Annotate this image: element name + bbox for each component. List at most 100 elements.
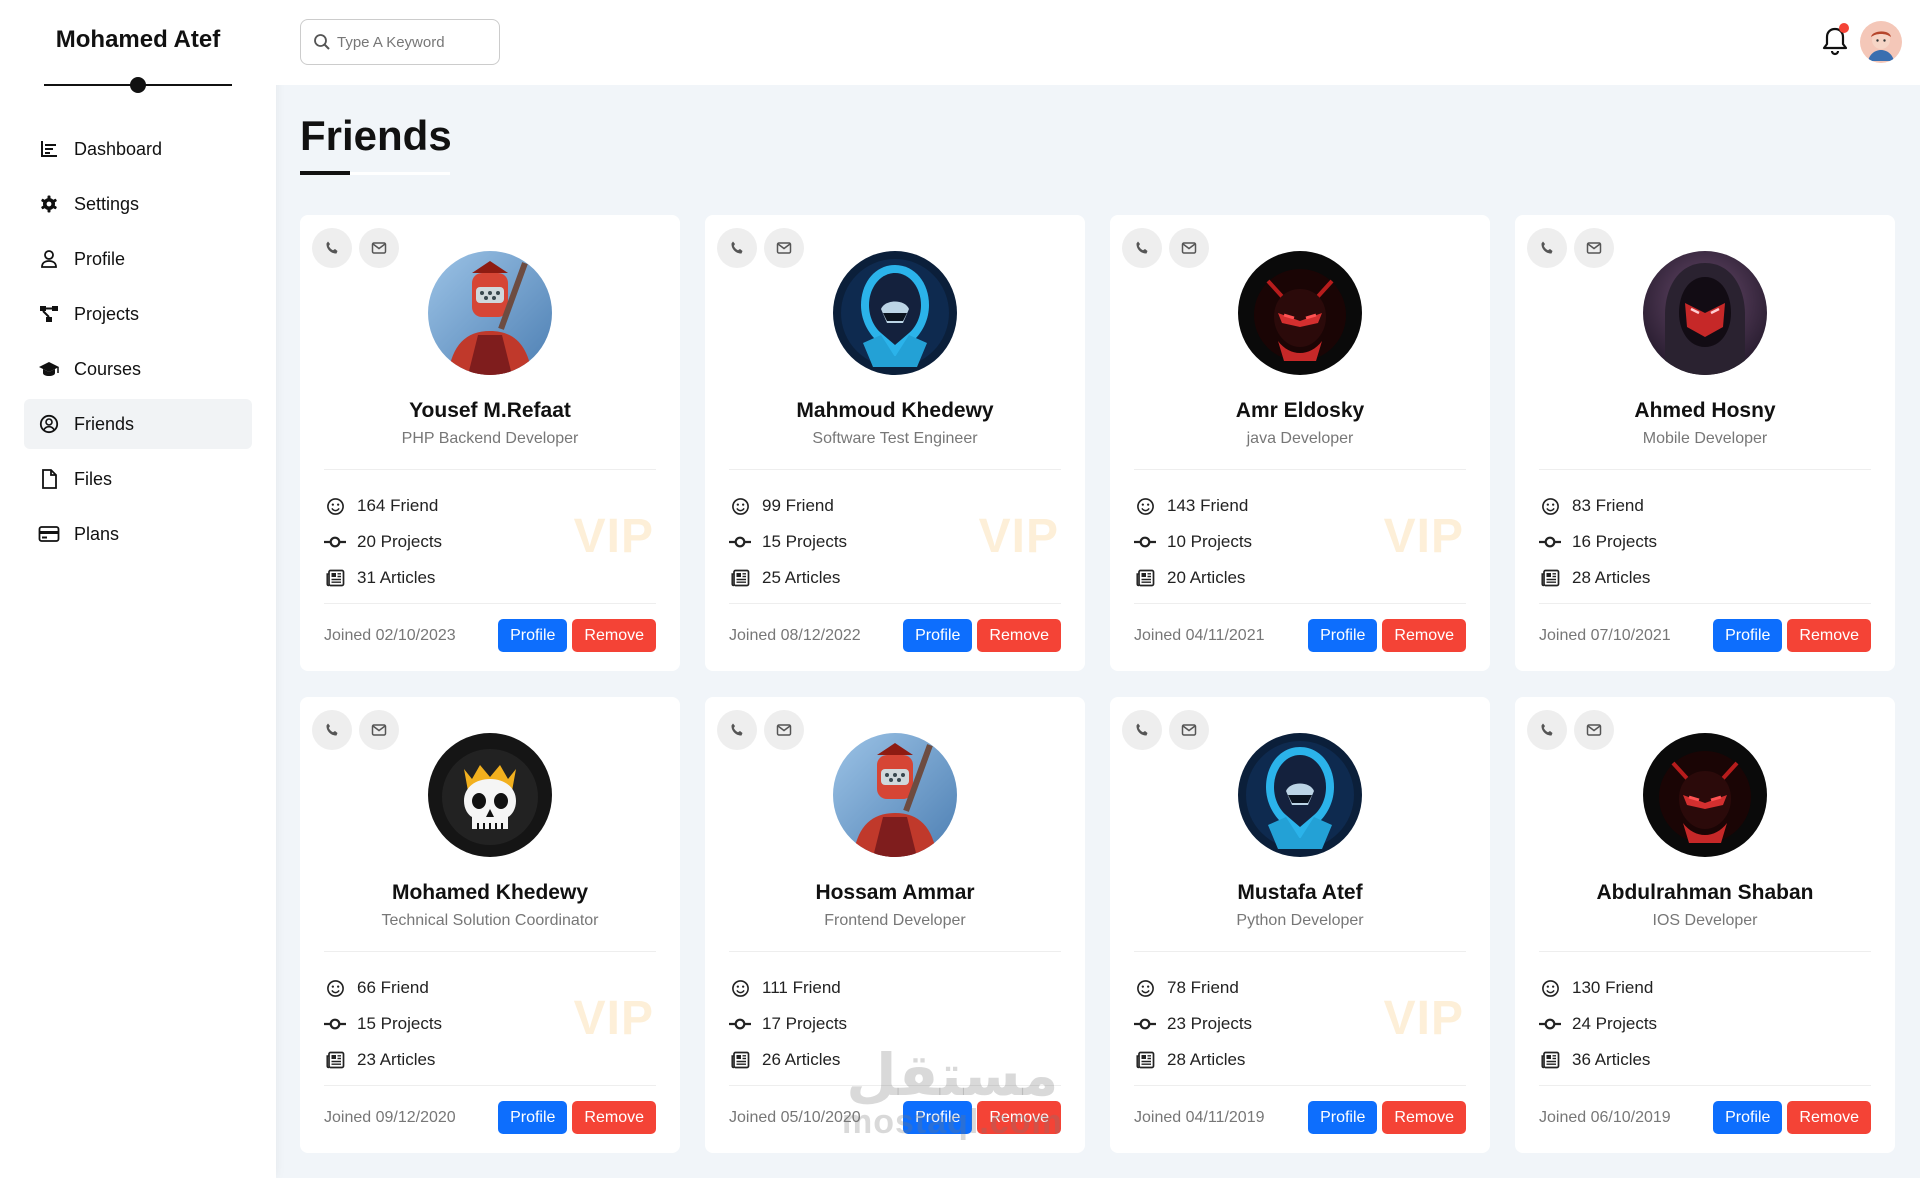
call-button[interactable] bbox=[717, 710, 757, 750]
profile-button[interactable]: Profile bbox=[1713, 619, 1783, 652]
email-button[interactable] bbox=[1169, 228, 1209, 268]
projects-count: 17 Projects bbox=[762, 1014, 848, 1033]
divider bbox=[729, 1085, 1061, 1086]
smile-icon bbox=[1134, 977, 1156, 999]
joined-date: Joined 05/10/2020 bbox=[729, 1108, 861, 1126]
friend-role: IOS Developer bbox=[1652, 912, 1758, 929]
stat-articles: 23 Articles bbox=[324, 1042, 442, 1078]
remove-button[interactable]: Remove bbox=[1382, 619, 1466, 652]
friend-role: Mobile Developer bbox=[1642, 430, 1768, 447]
phone-icon bbox=[1136, 241, 1148, 254]
contact-actions bbox=[1122, 228, 1209, 268]
email-button[interactable] bbox=[1574, 228, 1614, 268]
call-button[interactable] bbox=[1527, 228, 1567, 268]
profile-button[interactable]: Profile bbox=[1308, 1101, 1378, 1134]
stat-articles: 36 Articles bbox=[1539, 1042, 1657, 1078]
remove-button[interactable]: Remove bbox=[1787, 1101, 1871, 1134]
friend-card-2: Mahmoud Khedewy Software Test Engineer 9… bbox=[705, 215, 1085, 671]
divider bbox=[1539, 603, 1871, 604]
code-commit-icon bbox=[1134, 1013, 1156, 1035]
call-button[interactable] bbox=[717, 228, 757, 268]
stat-friends: 78 Friend bbox=[1134, 970, 1252, 1006]
sidebar-item-label: Profile bbox=[74, 248, 126, 269]
remove-button[interactable]: Remove bbox=[1382, 1101, 1466, 1134]
sidebar-item-files[interactable]: Files bbox=[24, 454, 252, 504]
vip-badge: VIP bbox=[573, 510, 654, 563]
divider bbox=[729, 951, 1061, 952]
sidebar-item-courses[interactable]: Courses bbox=[24, 344, 252, 394]
email-button[interactable] bbox=[359, 228, 399, 268]
user-avatar[interactable] bbox=[1860, 21, 1902, 63]
projects-count: 20 Projects bbox=[357, 532, 443, 551]
sidebar-item-profile[interactable]: Profile bbox=[24, 234, 252, 284]
call-button[interactable] bbox=[1122, 228, 1162, 268]
remove-button[interactable]: Remove bbox=[572, 1101, 656, 1134]
profile-button[interactable]: Profile bbox=[1713, 1101, 1783, 1134]
sidebar-item-settings[interactable]: Settings bbox=[24, 179, 252, 229]
friend-avatar-red-ninja bbox=[1238, 251, 1362, 375]
card-footer: Joined 09/12/2020 Profile Remove bbox=[324, 1101, 656, 1134]
projects-count: 15 Projects bbox=[357, 1014, 443, 1033]
email-button[interactable] bbox=[359, 710, 399, 750]
email-button[interactable] bbox=[1574, 710, 1614, 750]
remove-button[interactable]: Remove bbox=[977, 619, 1061, 652]
friend-avatar-crowned-skull bbox=[428, 733, 552, 857]
friend-avatar-red-masked-hood bbox=[1643, 251, 1767, 375]
stat-articles: 25 Articles bbox=[729, 560, 847, 596]
remove-button[interactable]: Remove bbox=[1787, 619, 1871, 652]
search-box[interactable] bbox=[300, 19, 500, 65]
code-commit-icon bbox=[1539, 1013, 1561, 1035]
email-button[interactable] bbox=[764, 710, 804, 750]
smile-icon bbox=[729, 977, 751, 999]
email-button[interactable] bbox=[1169, 710, 1209, 750]
notifications-button[interactable] bbox=[1820, 23, 1850, 57]
email-button[interactable] bbox=[764, 228, 804, 268]
profile-button[interactable]: Profile bbox=[1308, 619, 1378, 652]
phone-icon bbox=[1136, 723, 1148, 736]
friends-count: 143 Friend bbox=[1167, 496, 1249, 515]
card-footer: Joined 04/11/2019 Profile Remove bbox=[1134, 1101, 1466, 1134]
sidebar-item-friends[interactable]: Friends bbox=[24, 399, 252, 449]
call-button[interactable] bbox=[312, 710, 352, 750]
sidebar-item-plans[interactable]: Plans bbox=[24, 509, 252, 559]
smile-icon bbox=[1134, 495, 1156, 517]
divider bbox=[1134, 951, 1466, 952]
profile-button[interactable]: Profile bbox=[498, 1101, 568, 1134]
file-icon bbox=[38, 468, 60, 490]
call-button[interactable] bbox=[1122, 710, 1162, 750]
envelope-icon bbox=[776, 242, 792, 254]
profile-button[interactable]: Profile bbox=[903, 1101, 973, 1134]
profile-button[interactable]: Profile bbox=[903, 619, 973, 652]
remove-button[interactable]: Remove bbox=[977, 1101, 1061, 1134]
contact-actions bbox=[717, 228, 804, 268]
newspaper-icon bbox=[324, 567, 346, 589]
call-button[interactable] bbox=[312, 228, 352, 268]
projects-count: 16 Projects bbox=[1572, 532, 1658, 551]
friend-stats: 83 Friend 16 Projects 28 Articles bbox=[1539, 488, 1657, 596]
smile-icon bbox=[729, 495, 751, 517]
sidebar-item-dashboard[interactable]: Dashboard bbox=[24, 124, 252, 174]
smile-icon bbox=[1539, 495, 1561, 517]
user-icon bbox=[38, 248, 60, 270]
remove-button[interactable]: Remove bbox=[572, 619, 656, 652]
sidebar-item-projects[interactable]: Projects bbox=[24, 289, 252, 339]
profile-button[interactable]: Profile bbox=[498, 619, 568, 652]
articles-count: 28 Articles bbox=[1572, 568, 1651, 587]
friend-name: Ahmed Hosny bbox=[1634, 399, 1776, 422]
sidebar-item-label: Plans bbox=[74, 523, 120, 544]
stat-friends: 99 Friend bbox=[729, 488, 847, 524]
friend-card-1: Yousef M.Refaat PHP Backend Developer 16… bbox=[300, 215, 680, 671]
stat-projects: 10 Projects bbox=[1134, 524, 1252, 560]
stat-projects: 20 Projects bbox=[324, 524, 442, 560]
graduation-cap-icon bbox=[38, 358, 60, 380]
code-commit-icon bbox=[1134, 531, 1156, 553]
search-input[interactable] bbox=[337, 33, 487, 51]
contact-actions bbox=[312, 228, 399, 268]
friend-name: Yousef M.Refaat bbox=[409, 399, 571, 422]
friends-count: 164 Friend bbox=[357, 496, 439, 515]
call-button[interactable] bbox=[1527, 710, 1567, 750]
contact-actions bbox=[717, 710, 804, 750]
stat-friends: 143 Friend bbox=[1134, 488, 1252, 524]
sidebar-item-label: Files bbox=[74, 468, 113, 489]
friend-stats: 99 Friend 15 Projects 25 Articles bbox=[729, 488, 847, 596]
